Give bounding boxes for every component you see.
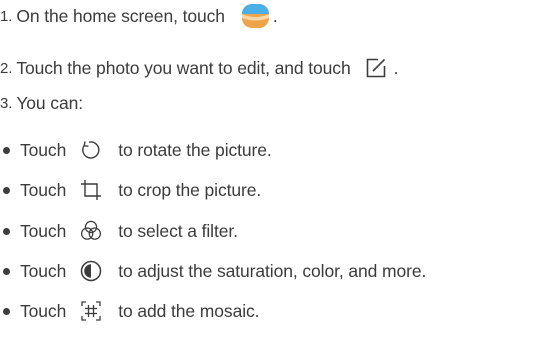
step-number: 2. — [0, 59, 13, 77]
option-touch-label: Touch — [20, 300, 67, 321]
bullet — [3, 267, 10, 275]
step-text: You can: — [16, 92, 83, 113]
bullet — [3, 227, 10, 235]
step-3: 3. You can: — [0, 89, 83, 117]
filter-icon — [80, 220, 102, 242]
option-mosaic: Touch to add the mosaic. — [0, 297, 260, 325]
step-text-end: . — [393, 57, 399, 78]
option-text: to add the mosaic. — [118, 300, 260, 321]
bullet — [3, 146, 10, 154]
option-adjust: Touch to adjust the saturation, color, a… — [0, 257, 426, 285]
step-text: On the home screen, touch — [16, 5, 225, 26]
option-rotate: Touch to rotate the picture. — [0, 136, 272, 164]
step-2: 2. Touch the photo you want to edit, and… — [0, 54, 398, 82]
option-text: to select a filter. — [118, 220, 238, 241]
edit-icon — [366, 58, 386, 78]
option-text: to crop the picture. — [118, 179, 262, 200]
bullet — [3, 186, 10, 194]
option-text: to adjust the saturation, color, and mor… — [118, 260, 427, 281]
gallery-app-icon — [241, 4, 269, 28]
option-filter: Touch to select a filter. — [0, 217, 238, 245]
step-text-end: . — [272, 5, 278, 26]
step-1: 1. On the home screen, touch . — [0, 2, 278, 30]
option-touch-label: Touch — [20, 179, 67, 200]
adjust-icon — [80, 260, 102, 282]
option-touch-label: Touch — [20, 139, 67, 160]
mosaic-icon — [80, 300, 102, 322]
option-touch-label: Touch — [20, 260, 67, 281]
crop-icon — [80, 179, 102, 201]
option-touch-label: Touch — [20, 220, 67, 241]
step-text: Touch the photo you want to edit, and to… — [16, 57, 351, 78]
step-number: 3. — [0, 94, 13, 112]
option-crop: Touch to crop the picture. — [0, 176, 261, 204]
rotate-icon — [80, 139, 102, 161]
step-number: 1. — [0, 7, 13, 25]
bullet — [3, 307, 10, 315]
option-text: to rotate the picture. — [118, 139, 272, 160]
